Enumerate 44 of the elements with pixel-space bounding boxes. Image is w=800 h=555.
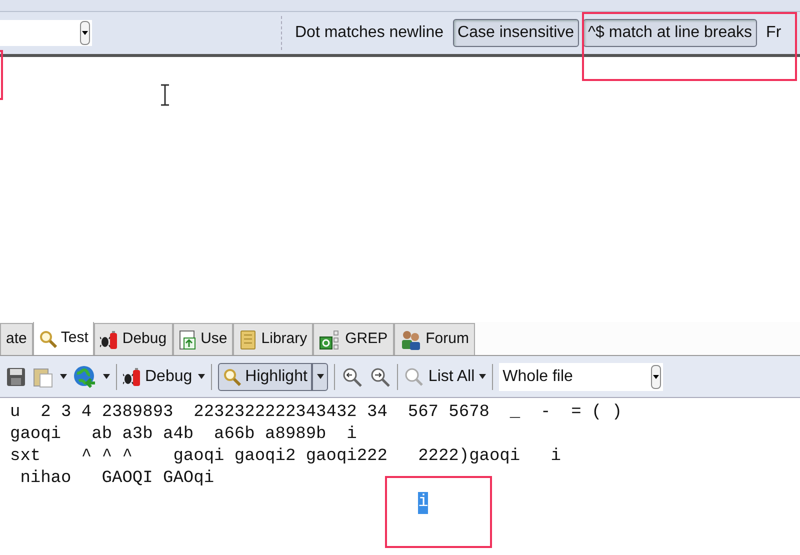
scope-select[interactable]: Whole file [498,362,663,390]
tab[interactable]: Library [233,323,314,355]
tab[interactable]: ate [0,323,33,355]
caret-icon [652,374,659,378]
zoom-previous-icon[interactable] [341,366,364,388]
caret-icon [103,374,110,379]
tab[interactable]: Use [172,323,234,355]
test-text-line: sxt ^ ^ ^ gaoqi gaoqi2 gaoqi222 2222)gaoqi i [10,446,561,468]
dropdown-field[interactable] [0,20,92,46]
magnifier-icon [223,368,242,386]
caret-icon [478,374,486,379]
tab[interactable]: Forum [394,323,475,355]
caret-icon [82,31,88,35]
test-text-line: u 2 3 4 2389893 2232322222343432 34 567 5678 _ - = ( ) [10,402,622,424]
people-icon [400,330,422,350]
caret-icon [198,374,206,379]
bug-and-battery-icon [100,330,118,350]
zoom-next-icon[interactable] [369,366,392,388]
option-toggle[interactable]: Dot matches newline [290,19,449,47]
text-cursor-icon [160,84,170,106]
book-icon [239,330,258,350]
dropdown-button[interactable] [80,21,90,45]
test-text-line: gaoqi ab a3b a4b a66b a8989b i [10,424,357,446]
list-all-button[interactable]: List All [404,364,486,388]
debug-button[interactable]: Debug [123,364,192,388]
highlight-toggle[interactable]: Highlight [218,362,312,390]
bug-and-battery-icon [123,366,141,386]
magnifier-icon [38,330,57,348]
option-toggle[interactable]: Fr [761,19,786,47]
clipboard-icon[interactable] [32,366,54,388]
save-icon[interactable] [6,366,26,386]
dropdown-button[interactable] [312,362,328,390]
caret-icon [316,374,324,379]
magnifier-icon [404,366,424,386]
option-toggle[interactable]: ^$ match at line breaks [583,19,758,47]
caret-icon [60,374,67,379]
test-text-line: nihao GAOQI GAOqi [20,468,214,490]
tab[interactable]: Debug [94,323,173,355]
dropdown-button[interactable] [650,364,661,388]
grep-icon [319,330,342,350]
option-toggle[interactable]: Case insensitive [452,19,580,47]
tab[interactable]: GREP [313,323,394,355]
selected-text: i [418,492,428,514]
tab[interactable]: Test [32,321,94,355]
